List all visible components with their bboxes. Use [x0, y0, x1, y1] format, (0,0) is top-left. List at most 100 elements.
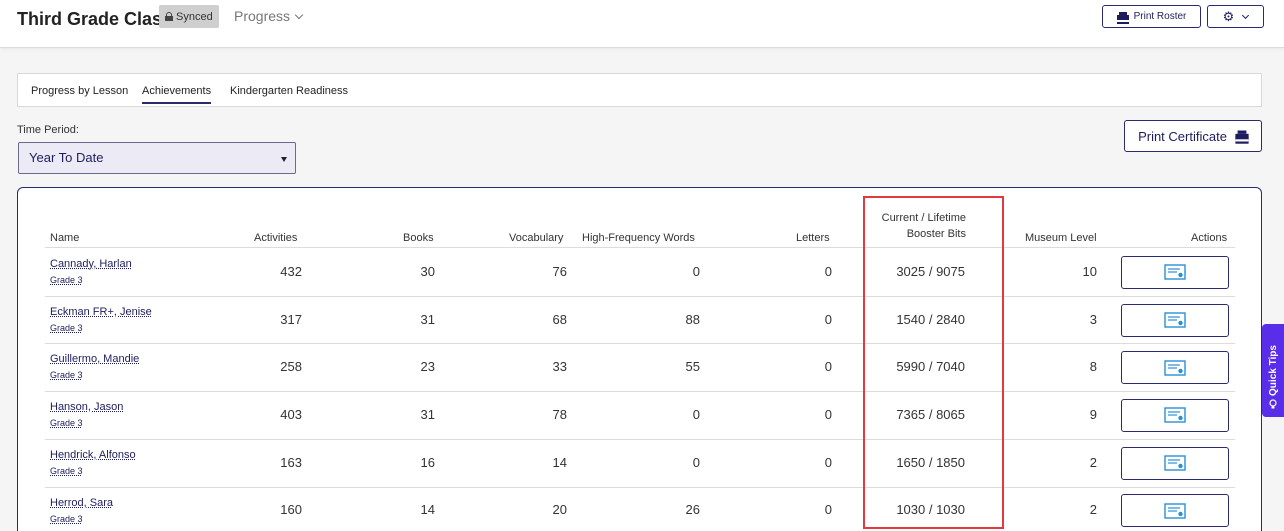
cell-museum: 3 — [1090, 312, 1097, 327]
cell-activities: 403 — [280, 407, 302, 422]
printer-icon — [1117, 12, 1129, 22]
booster-bits-highlight — [863, 196, 1004, 529]
progress-dropdown[interactable]: Progress — [234, 8, 302, 24]
cell-museum: 9 — [1090, 407, 1097, 422]
cell-hfw: 55 — [686, 359, 700, 374]
lightbulb-icon — [1268, 399, 1278, 411]
cell-activities: 160 — [280, 502, 302, 517]
certificate-icon — [1164, 455, 1186, 471]
chevron-down-icon — [295, 10, 303, 18]
cell-hfw: 88 — [686, 312, 700, 327]
student-name-link[interactable]: Eckman FR+, Jenise — [50, 306, 152, 318]
student-name-link[interactable]: Cannady, Harlan — [50, 258, 132, 270]
cell-hfw: 0 — [693, 455, 700, 470]
printer-icon — [1235, 131, 1248, 142]
print-certificate-button[interactable]: Print Certificate — [1124, 120, 1262, 152]
student-name-link[interactable]: Hendrick, Alfonso — [50, 449, 136, 461]
tab-progress-by-lesson[interactable]: Progress by Lesson — [31, 85, 128, 97]
cell-museum: 8 — [1090, 359, 1097, 374]
caret-down-icon — [281, 157, 287, 162]
cell-letters: 0 — [825, 455, 832, 470]
cell-activities: 163 — [280, 455, 302, 470]
row-divider — [45, 343, 1235, 344]
col-header-name: Name — [50, 232, 79, 244]
class-title: Third Grade Class — [17, 9, 172, 30]
row-divider — [45, 391, 1235, 392]
student-grade-link[interactable]: Grade 3 — [50, 466, 83, 476]
view-certificate-button[interactable] — [1121, 256, 1229, 289]
student-grade-link[interactable]: Grade 3 — [50, 275, 83, 285]
col-header-hfw: High-Frequency Words — [582, 232, 695, 244]
settings-button[interactable]: ⚙ — [1207, 5, 1264, 28]
print-certificate-label: Print Certificate — [1138, 129, 1227, 144]
cell-vocabulary: 33 — [553, 359, 567, 374]
certificate-icon — [1164, 503, 1186, 519]
top-bar: Third Grade Class Synced Progress Print … — [0, 0, 1284, 48]
cell-activities: 258 — [280, 359, 302, 374]
row-divider — [45, 439, 1235, 440]
student-name-link[interactable]: Herrod, Sara — [50, 497, 113, 509]
view-certificate-button[interactable] — [1121, 399, 1229, 432]
quick-tips-tab[interactable]: Quick Tips — [1262, 324, 1284, 417]
tab-kindergarten-readiness[interactable]: Kindergarten Readiness — [230, 85, 348, 97]
tab-bar: Progress by Lesson Achievements Kinderga… — [17, 73, 1262, 107]
student-name-link[interactable]: Guillermo, Mandie — [50, 353, 139, 365]
time-period-select[interactable]: Year To Date — [18, 142, 296, 174]
tab-achievements[interactable]: Achievements — [142, 85, 211, 104]
cell-vocabulary: 20 — [553, 502, 567, 517]
cell-books: 30 — [421, 264, 435, 279]
col-header-activities: Activities — [254, 232, 297, 244]
print-roster-button[interactable]: Print Roster — [1102, 5, 1201, 28]
col-header-museum-level: Museum Level — [1025, 232, 1097, 244]
view-certificate-button[interactable] — [1121, 447, 1229, 480]
student-grade-link[interactable]: Grade 3 — [50, 514, 83, 524]
cell-museum: 2 — [1090, 502, 1097, 517]
row-divider — [45, 487, 1235, 488]
cell-books: 14 — [421, 502, 435, 517]
certificate-icon — [1164, 360, 1186, 376]
cell-letters: 0 — [825, 502, 832, 517]
cell-books: 16 — [421, 455, 435, 470]
student-grade-link[interactable]: Grade 3 — [50, 418, 83, 428]
cell-vocabulary: 68 — [553, 312, 567, 327]
cell-books: 23 — [421, 359, 435, 374]
progress-label: Progress — [234, 8, 290, 24]
col-header-actions: Actions — [1191, 232, 1227, 244]
certificate-icon — [1164, 312, 1186, 328]
cell-activities: 432 — [280, 264, 302, 279]
print-roster-label: Print Roster — [1134, 11, 1187, 22]
student-name-link[interactable]: Hanson, Jason — [50, 401, 123, 413]
cell-hfw: 26 — [686, 502, 700, 517]
cell-museum: 10 — [1083, 264, 1097, 279]
cell-letters: 0 — [825, 407, 832, 422]
cell-letters: 0 — [825, 264, 832, 279]
cell-books: 31 — [421, 407, 435, 422]
certificate-icon — [1164, 407, 1186, 423]
chevron-down-icon — [1242, 11, 1249, 18]
time-period-value: Year To Date — [29, 150, 103, 165]
cell-vocabulary: 76 — [553, 264, 567, 279]
header-divider — [45, 247, 1235, 248]
certificate-icon — [1164, 264, 1186, 280]
view-certificate-button[interactable] — [1121, 494, 1229, 527]
synced-badge: Synced — [159, 5, 219, 28]
lock-icon — [165, 12, 173, 21]
student-grade-link[interactable]: Grade 3 — [50, 370, 83, 380]
synced-label: Synced — [176, 11, 213, 23]
view-certificate-button[interactable] — [1121, 304, 1229, 337]
gear-icon: ⚙ — [1223, 10, 1235, 23]
col-header-letters: Letters — [796, 232, 830, 244]
student-grade-link[interactable]: Grade 3 — [50, 323, 83, 333]
row-divider — [45, 296, 1235, 297]
cell-hfw: 0 — [693, 407, 700, 422]
quick-tips-label: Quick Tips — [1268, 345, 1279, 396]
cell-letters: 0 — [825, 359, 832, 374]
cell-hfw: 0 — [693, 264, 700, 279]
col-header-vocabulary: Vocabulary — [509, 232, 563, 244]
view-certificate-button[interactable] — [1121, 351, 1229, 384]
cell-vocabulary: 78 — [553, 407, 567, 422]
time-period-label: Time Period: — [17, 124, 79, 136]
cell-activities: 317 — [280, 312, 302, 327]
cell-museum: 2 — [1090, 455, 1097, 470]
col-header-books: Books — [403, 232, 434, 244]
